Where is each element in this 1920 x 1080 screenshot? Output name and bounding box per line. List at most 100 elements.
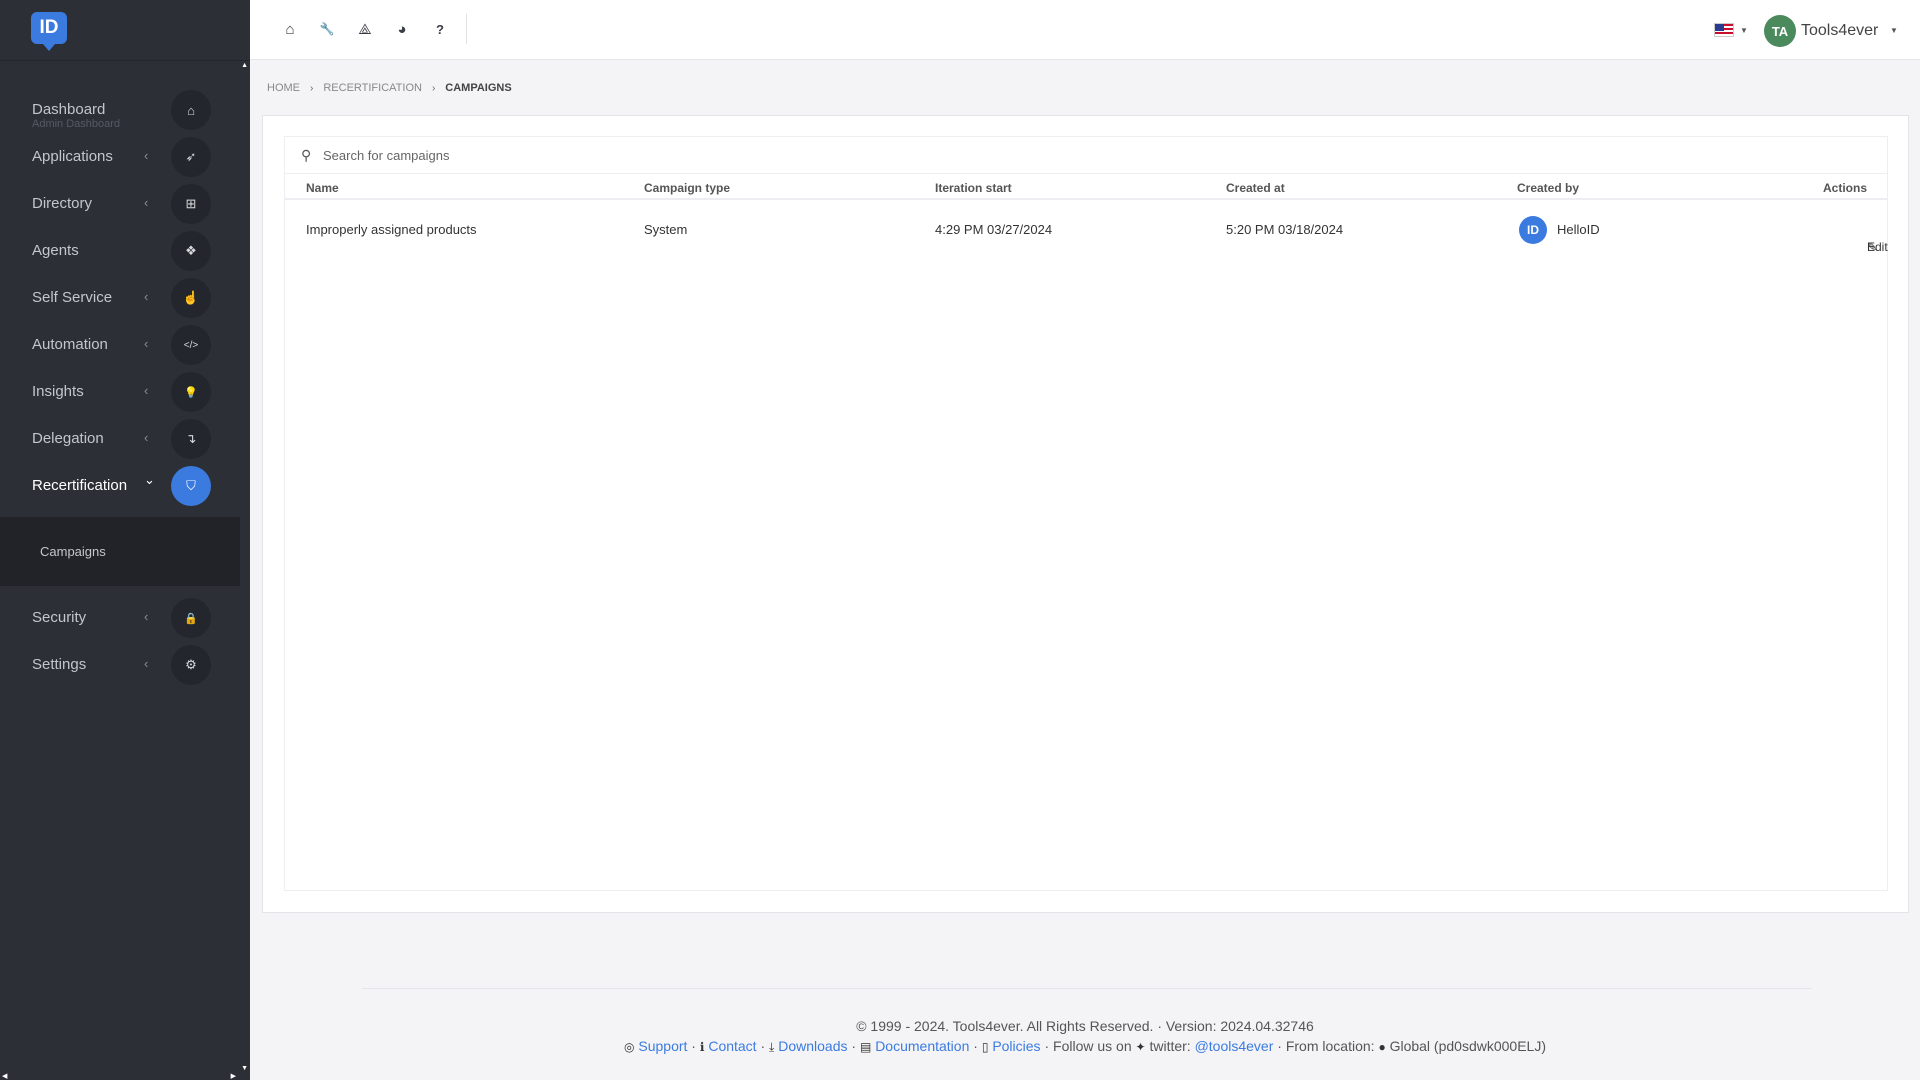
- helloid-creator-logo: ID: [1519, 216, 1547, 244]
- sidebar-item-label: Delegation: [32, 430, 104, 447]
- chevron-left-icon: ‹: [144, 289, 149, 304]
- search-input[interactable]: [323, 144, 923, 166]
- sidebar-item-dashboard[interactable]: Dashboard Admin Dashboard ⌂: [0, 86, 240, 133]
- breadcrumb-chevron-icon: ›: [310, 82, 314, 94]
- recertification-subnav: Campaigns: [0, 517, 240, 586]
- cell-campaign-type: System: [644, 222, 688, 237]
- code-icon: </>: [171, 325, 211, 365]
- file-icon: ▯: [981, 1040, 989, 1054]
- helloid-logo[interactable]: ID: [31, 12, 67, 51]
- sidebar-item-self-service[interactable]: Self Service ‹ ☝: [0, 274, 240, 321]
- breadcrumb-home[interactable]: HOME: [267, 82, 300, 94]
- sidebar-item-automation[interactable]: Automation ‹ </>: [0, 321, 240, 368]
- twitter-label: twitter:: [1149, 1038, 1191, 1054]
- sitemap-icon: ⊞: [171, 184, 211, 224]
- us-flag-icon[interactable]: [1714, 23, 1734, 37]
- breadcrumb-chevron-icon: ›: [431, 82, 436, 94]
- breadcrumb-recertification[interactable]: RECERTIFICATION: [323, 82, 422, 94]
- footer: © 1999 - 2024. Tools4ever. All Rights Re…: [250, 1016, 1920, 1057]
- sidebar-item-delegation[interactable]: Delegation ‹ ↴: [0, 415, 240, 462]
- footer-copyright: © 1999 - 2024. Tools4ever. All Rights Re…: [856, 1018, 1314, 1034]
- user-menu[interactable]: Tools4ever: [1801, 22, 1878, 40]
- sidebar-item-applications[interactable]: Applications ‹ ➶: [0, 133, 240, 180]
- search-bar: ⚲: [285, 137, 1887, 174]
- topbar: ⌂ 🔧 ⟁ ◕ ? ▼ TA Tools4ever ▼: [250, 0, 1920, 60]
- column-header-name[interactable]: Name: [306, 181, 339, 195]
- sidebar-item-label: Security: [32, 609, 87, 626]
- rocket-icon: ➶: [171, 137, 211, 177]
- column-header-iteration-start[interactable]: Iteration start: [935, 181, 1012, 195]
- scroll-down-arrow-icon[interactable]: ▼: [241, 1065, 248, 1072]
- chevron-left-icon: ‹: [144, 336, 149, 351]
- sidebar-item-recertification[interactable]: Recertification ⌄ ⛉: [0, 462, 240, 509]
- documentation-link[interactable]: Documentation: [875, 1038, 969, 1054]
- scroll-up-arrow-icon[interactable]: ▲: [241, 62, 248, 69]
- home-icon[interactable]: ⌂: [279, 18, 301, 40]
- cubes-icon: ❖: [171, 231, 211, 271]
- brand-area: ID: [0, 0, 250, 61]
- cell-created-at: 5:20 PM 03/18/2024: [1226, 222, 1344, 237]
- chevron-left-icon: ‹: [144, 148, 149, 163]
- cell-iteration-start: 4:29 PM 03/27/2024: [935, 222, 1053, 237]
- gear-icon: ⚙: [171, 645, 211, 685]
- pie-chart-icon[interactable]: ◕: [391, 18, 413, 40]
- sidebar-item-label: Directory: [32, 195, 93, 212]
- sidebar-item-label: Recertification: [32, 477, 128, 494]
- sidebar-item-settings[interactable]: Settings ‹ ⚙: [0, 641, 240, 688]
- location-value: Global (pd0sdwk000ELJ): [1389, 1038, 1546, 1054]
- twitter-link[interactable]: @tools4ever: [1195, 1038, 1274, 1054]
- scroll-left-arrow-icon[interactable]: ◀: [2, 1072, 7, 1080]
- scroll-right-arrow-icon[interactable]: ▶: [231, 1072, 236, 1080]
- chevron-left-icon: ‹: [144, 430, 149, 445]
- network-icon[interactable]: ⟁: [354, 18, 376, 40]
- chevron-left-icon: ‹: [144, 195, 149, 210]
- twitter-icon: ✦: [1135, 1040, 1146, 1054]
- help-icon[interactable]: ?: [429, 18, 451, 40]
- policies-link[interactable]: Policies: [992, 1038, 1040, 1054]
- sidebar-item-label: Insights: [32, 383, 84, 400]
- footer-divider: [362, 988, 1812, 989]
- from-location-text: From location:: [1285, 1038, 1375, 1054]
- lightbulb-icon: 💡: [171, 372, 211, 412]
- breadcrumb: HOME › RECERTIFICATION › CAMPAIGNS: [267, 82, 512, 94]
- follow-text: Follow us on: [1053, 1038, 1132, 1054]
- user-caret-icon[interactable]: ▼: [1890, 26, 1898, 35]
- download-icon: ⤓: [769, 1040, 775, 1054]
- support-link[interactable]: Support: [638, 1038, 687, 1054]
- wrench-icon[interactable]: 🔧: [316, 18, 338, 40]
- sidebar-subitem-campaigns[interactable]: Campaigns: [40, 544, 106, 559]
- sidebar-item-insights[interactable]: Insights ‹ 💡: [0, 368, 240, 415]
- downloads-link[interactable]: Downloads: [778, 1038, 847, 1054]
- column-header-created-by[interactable]: Created by: [1517, 181, 1579, 195]
- user-avatar[interactable]: TA: [1764, 15, 1796, 47]
- sidebar-item-label: Dashboard: [32, 101, 106, 118]
- shield-icon: ⛉: [171, 466, 211, 506]
- column-header-created-at[interactable]: Created at: [1226, 181, 1285, 195]
- sidebar-item-directory[interactable]: Directory ‹ ⊞: [0, 180, 240, 227]
- sidebar-item-label: Agents: [32, 242, 79, 259]
- table-header: Name Campaign type Iteration start Creat…: [285, 174, 1887, 200]
- language-caret-icon[interactable]: ▼: [1740, 26, 1748, 35]
- info-icon: ℹ: [699, 1040, 705, 1054]
- column-header-campaign-type[interactable]: Campaign type: [644, 181, 730, 195]
- book-icon: ▤: [859, 1040, 872, 1054]
- sidebar-item-security[interactable]: Security ‹ 🔒: [0, 594, 240, 641]
- campaigns-grid: ⚲ Name Campaign type Iteration start Cre…: [284, 136, 1888, 891]
- sidebar-item-label: Automation: [32, 336, 108, 353]
- sidebar: ID ▲ ▼ ◀ ▶ Dashboard Admin Dashboard ⌂ A…: [0, 0, 250, 1080]
- campaigns-panel: ⚲ Name Campaign type Iteration start Cre…: [262, 115, 1909, 913]
- table-row[interactable]: Improperly assigned products System 4:29…: [285, 202, 1888, 258]
- chevron-down-icon: ⌄: [144, 472, 155, 487]
- chevron-left-icon: ‹: [144, 609, 149, 624]
- chevron-left-icon: ‹: [144, 383, 149, 398]
- level-down-icon: ↴: [171, 419, 211, 459]
- sidebar-item-agents[interactable]: Agents ❖: [0, 227, 240, 274]
- cell-name: Improperly assigned products: [306, 222, 477, 237]
- cell-created-by: HelloID: [1557, 222, 1600, 237]
- column-header-actions: Actions: [1822, 181, 1867, 195]
- edit-label: Edit: [1867, 240, 1888, 254]
- contact-link[interactable]: Contact: [708, 1038, 756, 1054]
- chevron-left-icon: ‹: [144, 656, 149, 671]
- lock-icon: 🔒: [171, 598, 211, 638]
- search-icon: ⚲: [301, 147, 312, 163]
